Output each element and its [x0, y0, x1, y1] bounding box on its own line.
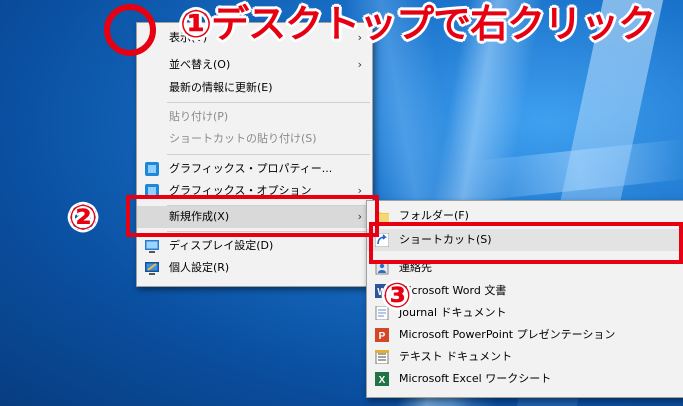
text-document-icon [375, 349, 389, 365]
submenu-item-excel[interactable]: X Microsoft Excel ワークシート [367, 368, 683, 390]
menu-item-paste: 貼り付け(P) [137, 106, 372, 128]
menu-item-label: ディスプレイ設定(D) [169, 239, 274, 252]
menu-item-label: グラフィックス・プロパティー... [169, 162, 333, 175]
submenu-item-text-document[interactable]: テキスト ドキュメント [367, 346, 683, 368]
menu-item-sort[interactable]: 並べ替え(O) › [137, 54, 372, 76]
desktop-context-menu: 表示(V) › 並べ替え(O) › 最新の情報に更新(E) 貼り付け(P) ショ… [136, 22, 373, 287]
display-settings-icon [145, 239, 159, 253]
menu-item-display-settings[interactable]: ディスプレイ設定(D) [137, 235, 372, 257]
menu-separator [167, 102, 370, 103]
menu-item-label: ショートカットの貼り付け(S) [169, 132, 317, 145]
submenu-item-powerpoint[interactable]: P Microsoft PowerPoint プレゼンテーション [367, 324, 683, 346]
menu-separator [167, 154, 370, 155]
submenu-item-label: Microsoft Excel ワークシート [399, 372, 552, 385]
menu-item-label: 最新の情報に更新(E) [169, 81, 273, 94]
intel-graphics-icon [145, 162, 159, 176]
right-click-circle-annotation [104, 4, 156, 56]
chevron-right-icon: › [357, 58, 362, 71]
svg-text:P: P [379, 331, 386, 342]
shortcut-highlight-box [369, 222, 683, 264]
step3-annotation: ③ [382, 276, 412, 316]
menu-item-label: 貼り付け(P) [169, 110, 229, 123]
menu-item-paste-shortcut: ショートカットの貼り付け(S) [137, 128, 372, 150]
menu-item-label: 個人設定(R) [169, 261, 230, 274]
submenu-item-label: テキスト ドキュメント [399, 350, 513, 363]
new-item-highlight-box [126, 195, 379, 237]
step1-annotation: ①デスクトップで右クリック [180, 2, 656, 46]
submenu-item-label: Microsoft PowerPoint プレゼンテーション [399, 328, 616, 341]
menu-item-personalize[interactable]: 個人設定(R) [137, 257, 372, 279]
menu-item-graphics-properties[interactable]: グラフィックス・プロパティー... [137, 158, 372, 180]
svg-text:X: X [379, 375, 386, 386]
personalize-icon [145, 261, 159, 275]
menu-item-label: 並べ替え(O) [169, 58, 231, 71]
step2-annotation: ② [68, 198, 98, 238]
excel-icon: X [375, 372, 389, 386]
menu-item-refresh[interactable]: 最新の情報に更新(E) [137, 77, 372, 99]
powerpoint-icon: P [375, 328, 389, 342]
submenu-item-label: フォルダー(F) [399, 209, 469, 222]
